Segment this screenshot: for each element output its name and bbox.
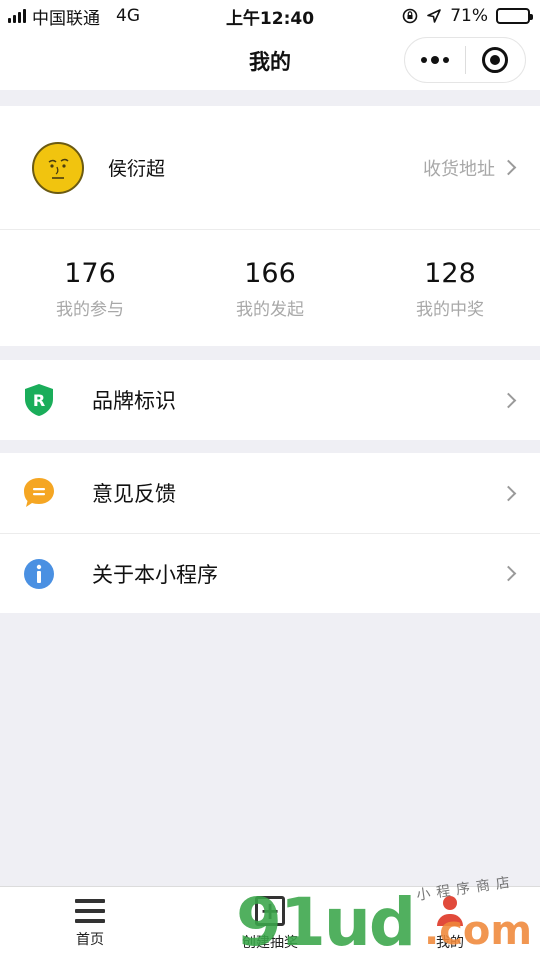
tab-label: 我的 [436, 934, 464, 951]
menu-label: 意见反馈 [92, 482, 176, 506]
stats-row: 176 我的参与 166 我的发起 128 我的中奖 [0, 230, 540, 346]
menu-group-other: 意见反馈 关于本小程序 [0, 453, 540, 613]
tab-create-lottery[interactable]: + 创建抽奖 [180, 887, 360, 960]
close-button[interactable] [466, 38, 526, 82]
menu-group-brand: R 品牌标识 [0, 360, 540, 440]
chevron-right-icon [500, 565, 517, 582]
stat-label: 我的参与 [56, 299, 124, 320]
avatar[interactable] [32, 141, 84, 194]
stat-value: 166 [244, 257, 296, 289]
tab-label: 首页 [76, 931, 104, 948]
battery-icon [496, 8, 533, 24]
status-bar: 中国联通 4G 上午12:40 71% [0, 0, 540, 32]
page-title: 我的 [249, 50, 291, 74]
network-label: 4G [116, 6, 140, 26]
address-link[interactable]: 收货地址 [423, 155, 517, 181]
location-arrow-icon [427, 9, 442, 23]
stat-won[interactable]: 128 我的中奖 [360, 257, 540, 320]
more-button[interactable] [405, 38, 465, 82]
stat-value: 128 [424, 257, 476, 289]
status-right: 71% [402, 6, 533, 26]
tab-mine[interactable]: 我的 [360, 887, 540, 960]
mini-program-capsule [404, 37, 526, 83]
chevron-right-icon [500, 485, 517, 501]
nav-bar: 我的 [0, 32, 540, 90]
stat-participated[interactable]: 176 我的参与 [0, 257, 180, 320]
signal-icon [8, 9, 26, 23]
orientation-lock-icon [402, 8, 418, 24]
profile-card: 侯衍超 收货地址 176 我的参与 166 我的发起 128 我的中奖 [0, 106, 540, 346]
menu-label: 关于本小程序 [92, 562, 218, 587]
menu-item-brand[interactable]: R 品牌标识 [0, 360, 540, 440]
menu-item-about[interactable]: 关于本小程序 [0, 533, 540, 613]
menu-item-feedback[interactable]: 意见反馈 [0, 453, 540, 533]
brand-shield-icon: R [22, 383, 56, 417]
tab-home[interactable]: 首页 [0, 887, 180, 960]
carrier-label: 中国联通 [32, 8, 100, 29]
info-icon [22, 557, 56, 591]
more-dots-icon [420, 56, 449, 64]
feedback-bubble-icon [22, 476, 56, 510]
battery-percent: 71% [450, 6, 488, 26]
menu-label: 品牌标识 [92, 389, 176, 413]
plus-box-icon: + [255, 895, 285, 926]
stat-value: 176 [64, 257, 116, 289]
address-label: 收货地址 [423, 158, 495, 180]
stat-initiated[interactable]: 166 我的发起 [180, 257, 360, 320]
tab-bar: 首页 + 创建抽奖 我的 [0, 886, 540, 960]
chevron-right-icon [500, 392, 517, 408]
svg-text:R: R [33, 391, 45, 410]
emoji-face-icon [48, 158, 69, 179]
status-left: 中国联通 4G [8, 4, 140, 29]
stat-label: 我的发起 [236, 299, 304, 320]
tab-label: 创建抽奖 [242, 934, 298, 951]
person-icon [435, 895, 465, 926]
hamburger-icon [75, 898, 105, 923]
stat-label: 我的中奖 [416, 299, 484, 320]
chevron-right-icon [500, 159, 517, 176]
target-circle-icon [482, 47, 509, 73]
profile-row[interactable]: 侯衍超 收货地址 [0, 106, 540, 230]
username: 侯衍超 [108, 158, 166, 180]
